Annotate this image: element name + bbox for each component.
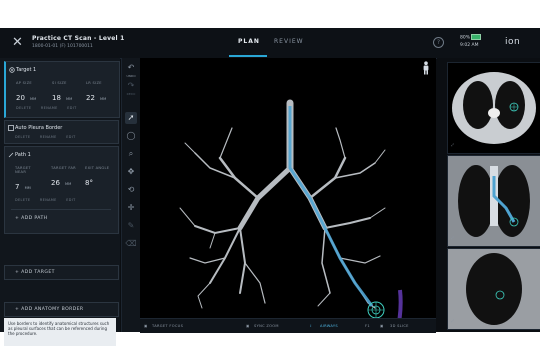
redo-label: REDO — [126, 92, 136, 96]
undo-icon[interactable]: ↶ — [125, 62, 137, 74]
lasso-icon[interactable]: ◯ — [125, 130, 137, 142]
target-focus-icon[interactable]: ▣ — [144, 324, 148, 328]
airway-tree-render — [179, 99, 403, 337]
pleura-border-shape — [396, 289, 403, 329]
expand-icon[interactable]: ⤢ — [451, 143, 454, 147]
expand-icon[interactable]: ⤢ — [451, 236, 454, 240]
target-focus-button[interactable]: TARGET FOCUS — [152, 324, 183, 328]
path-icon — [8, 152, 14, 158]
erase-icon: ⌫ — [125, 239, 137, 248]
battery-percent: 80% — [460, 35, 471, 41]
battery-icon — [471, 34, 482, 40]
expand-icon[interactable]: ⤢ — [451, 319, 454, 323]
ct-slice-panel: ⤢ ⤢ ⤢ — [437, 58, 540, 332]
measure-icon: ✎ — [127, 221, 135, 230]
path-card[interactable]: Path 1 TARGET NEAR 7 MM TARGET FAR 26 MM… — [4, 146, 119, 234]
clock: 9:02 AM — [460, 42, 479, 48]
logo: ion — [505, 37, 521, 47]
active-tab-indicator — [229, 55, 267, 57]
path-actions: DELETE RENAME EDIT — [15, 198, 84, 202]
select-pointer-icon[interactable]: ➚ — [125, 112, 137, 124]
sagittal-ct-image — [448, 249, 540, 329]
close-icon[interactable]: ✕ — [12, 36, 24, 49]
help-icon[interactable]: ? — [433, 37, 444, 48]
target-title: Target 1 — [16, 67, 37, 73]
axial-view[interactable]: ⤢ — [447, 62, 540, 154]
rotate-icon[interactable]: ⟲ — [125, 184, 137, 196]
airways-button[interactable]: AIRWAYS — [320, 324, 338, 328]
divider — [11, 209, 111, 210]
patient-orientation-icon[interactable] — [421, 61, 431, 75]
add-target-button[interactable]: + ADD TARGET — [4, 265, 119, 280]
pleura-title: Auto Pleura Border — [15, 125, 63, 131]
coronal-ct-image — [448, 156, 540, 246]
pleura-actions: DELETE RENAME EDIT — [15, 135, 84, 139]
app-window: ✕ Practice CT Scan - Level 1 1800-01-01 … — [0, 28, 540, 346]
lr-size-field: LR SIZE 22 MM — [86, 81, 107, 102]
add-path-button[interactable]: + ADD PATH — [15, 216, 48, 221]
delete-button[interactable]: DELETE — [16, 106, 31, 110]
target-near-field: TARGET NEAR 7 MM — [15, 166, 31, 191]
airway-3d-viewer[interactable] — [140, 58, 436, 337]
target-actions: DELETE RENAME EDIT — [16, 106, 85, 110]
airways-icon[interactable]: ⟟ — [310, 324, 312, 328]
add-anatomy-border-button[interactable]: + ADD ANATOMY BORDER — [4, 302, 119, 317]
pan-icon[interactable]: ✥ — [125, 166, 137, 178]
si-size-field: SI SIZE 18 MM — [52, 81, 73, 102]
sync-zoom-icon[interactable]: ▣ — [246, 324, 250, 328]
coronal-view[interactable]: ⤢ — [447, 155, 540, 247]
target-far-field: TARGET FAR 26 MM — [51, 166, 76, 187]
path-title: Path 1 — [15, 152, 31, 158]
pin-badge: F1 — [365, 324, 370, 328]
navigation-path — [288, 106, 374, 307]
tool-column: ↶ UNDO ↷ REDO ➚ ◯ ⌕ ✥ ⟲ ✛ ✎ ⌫ — [121, 58, 141, 332]
axial-ct-image — [452, 72, 536, 144]
sync-zoom-button[interactable]: SYNC ZOOM — [254, 324, 279, 328]
viewer-bottom-bar: ▣ TARGET FOCUS ▣ SYNC ZOOM ⟟ AIRWAYS F1 … — [140, 318, 436, 333]
top-bar: ✕ Practice CT Scan - Level 1 1800-01-01 … — [0, 28, 540, 59]
tab-review[interactable]: REVIEW — [274, 38, 304, 45]
edit-button[interactable]: EDIT — [67, 106, 76, 110]
crosshair-icon[interactable]: ✛ — [125, 202, 137, 214]
rename-button[interactable]: RENAME — [41, 106, 58, 110]
rename-button[interactable]: RENAME — [40, 198, 57, 202]
edit-button[interactable]: EDIT — [66, 135, 75, 139]
ap-size-field: AP SIZE 20 MM — [16, 81, 37, 102]
rename-button[interactable]: RENAME — [40, 135, 57, 139]
page-title: Practice CT Scan - Level 1 — [32, 35, 125, 42]
3d-slice-icon[interactable]: ▣ — [380, 324, 384, 328]
edit-button[interactable]: EDIT — [66, 198, 75, 202]
delete-button[interactable]: DELETE — [15, 135, 30, 139]
sagittal-view[interactable]: ⤢ — [447, 248, 540, 330]
border-icon — [8, 125, 14, 131]
status-area: 80% 9:02 AM — [460, 34, 482, 49]
plan-sidebar: Target 1 AP SIZE 20 MM SI SIZE 18 MM LR … — [0, 58, 120, 346]
delete-button[interactable]: DELETE — [15, 198, 30, 202]
target-icon — [9, 67, 15, 73]
3d-slice-button[interactable]: 3D SLICE — [390, 324, 409, 328]
target-marker[interactable] — [367, 301, 385, 319]
redo-icon: ↷ — [127, 81, 135, 90]
patient-info: 1800-01-01 (F) 101700011 — [32, 44, 93, 49]
pleura-border-card[interactable]: Auto Pleura Border DELETE RENAME EDIT — [4, 120, 119, 144]
anatomy-border-tooltip: Use borders to identify anatomical struc… — [4, 318, 116, 346]
target-card[interactable]: Target 1 AP SIZE 20 MM SI SIZE 18 MM LR … — [4, 61, 120, 118]
zoom-icon[interactable]: ⌕ — [125, 148, 137, 160]
exit-angle-field: EXIT ANGLE 8° — [85, 166, 110, 187]
undo-label: UNDO — [126, 74, 136, 78]
tab-plan[interactable]: PLAN — [238, 38, 260, 45]
